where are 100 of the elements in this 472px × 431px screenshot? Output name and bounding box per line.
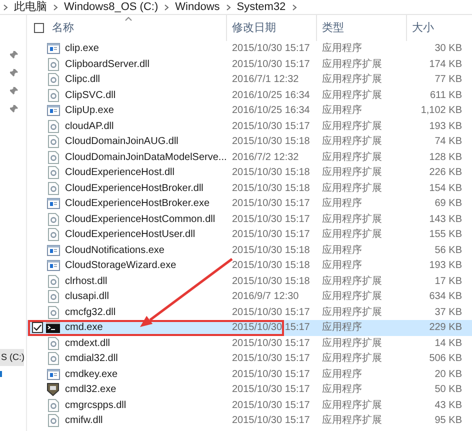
file-row[interactable]: clrhost.dll 2015/10/30 15:18 应用程序扩展 17 KB	[27, 274, 472, 289]
type-cell-text: 应用程序扩展	[321, 88, 383, 103]
file-row[interactable]: CloudDomainJoinDataModelServe... 2016/7/2 12:32 应用程序扩展 128 KB	[27, 150, 472, 165]
size-cell-text: 634 KB	[428, 290, 462, 304]
type-cell-text: 应用程序扩展	[321, 166, 383, 180]
file-row[interactable]: CloudNotifications.exe 2015/10/30 15:18 应用程序 56 KB	[27, 242, 472, 258]
gear-document-icon	[48, 274, 58, 288]
date-cell-text: 2015/10/30 15:17	[231, 336, 311, 351]
file-row[interactable]: CloudExperienceHostBroker.dll 2015/10/30 15:18 应用程序扩展 154 KB	[27, 180, 472, 196]
file-row[interactable]: cmdl32.exe 2015/10/30 15:17 应用程序 50 KB	[27, 382, 472, 398]
breadcrumb-item[interactable]: Windows8_OS (C:)	[64, 0, 158, 16]
file-row[interactable]: cmcfg32.dll 2015/10/30 15:17 应用程序扩展 37 KB	[27, 304, 472, 320]
type-cell-text: 应用程序扩展	[321, 306, 383, 320]
file-row[interactable]: cmdial32.dll 2015/10/30 15:17 应用程序扩展 506 KB	[27, 351, 472, 366]
file-row[interactable]: ClipUp.exe 2016/10/25 16:34 应用程序 1,102 KB	[27, 103, 472, 118]
type-cell-text: 应用程序扩展	[321, 134, 383, 150]
date-cell-text: 2015/10/30 15:17	[231, 120, 311, 134]
checkbox-checked-icon[interactable]	[32, 322, 43, 334]
file-name: CloudStorageWizard.exe	[65, 259, 176, 274]
application-icon	[46, 198, 60, 210]
file-name: cmdial32.dll	[65, 352, 118, 366]
type-cell-text: 应用程序扩展	[321, 72, 383, 88]
size-cell-text: 154 KB	[428, 182, 462, 196]
type-cell-text: 应用程序	[321, 368, 363, 382]
file-row[interactable]: ClipboardServer.dll 2015/10/30 15:17 应用程序扩展 174 KB	[27, 56, 472, 72]
type-cell-text: 应用程序扩展	[321, 414, 383, 428]
type-cell-text: 应用程序	[321, 104, 363, 118]
file-row[interactable]: cmdext.dll 2015/10/30 15:17 应用程序扩展 14 KB	[27, 336, 472, 351]
size-cell-text: 56 KB	[434, 244, 462, 258]
date-cell-text: 2015/10/30 15:17	[231, 321, 311, 336]
size-cell-text: 193 KB	[428, 120, 462, 134]
file-name: cloudAP.dll	[65, 120, 114, 134]
pin-icon[interactable]	[10, 87, 18, 95]
application-icon	[46, 244, 60, 256]
file-name: CloudExperienceHost.dll	[65, 166, 175, 180]
size-cell-text: 506 KB	[428, 352, 462, 366]
column-header[interactable]: 大小	[412, 20, 434, 36]
type-cell-text: 应用程序扩展	[321, 398, 383, 413]
date-cell-text: 2016/7/2 12:32	[231, 150, 300, 165]
file-row[interactable]: cloudAP.dll 2015/10/30 15:17 应用程序扩展 193 KB	[27, 118, 472, 134]
size-cell-text: 17 KB	[434, 274, 462, 289]
file-row[interactable]: CloudStorageWizard.exe 2015/10/30 15:18 应用程序 193 KB	[27, 258, 472, 274]
file-row[interactable]: ClipSVC.dll 2016/10/25 16:34 应用程序扩展 611 KB	[27, 88, 472, 103]
date-cell-text: 2015/10/30 15:17	[231, 368, 311, 382]
type-cell-text: 应用程序扩展	[321, 120, 383, 134]
pin-icon[interactable]	[10, 69, 18, 77]
gear-document-icon	[48, 414, 58, 428]
column-header[interactable]: 修改日期	[232, 20, 276, 36]
gear-document-icon	[48, 352, 58, 366]
breadcrumb-item[interactable]: Windows	[175, 0, 220, 16]
date-cell-text: 2015/10/30 15:17	[231, 212, 311, 227]
size-cell-text: 77 KB	[434, 73, 462, 88]
column-header[interactable]: 类型	[322, 20, 344, 36]
pin-icon[interactable]	[10, 105, 18, 113]
file-name: clrhost.dll	[65, 274, 108, 289]
file-row[interactable]: Clipc.dll 2016/7/1 12:32 应用程序扩展 77 KB	[27, 72, 472, 88]
size-cell-text: 20 KB	[434, 368, 462, 382]
file-name: CloudDomainJoinDataModelServe...	[65, 150, 227, 165]
breadcrumb-item[interactable]: 此电脑	[14, 0, 47, 16]
type-cell-text: 应用程序扩展	[321, 150, 383, 165]
size-cell-text: 1,102 KB	[420, 104, 462, 118]
type-cell-text: 应用程序扩展	[321, 228, 383, 242]
file-name: CloudNotifications.exe	[65, 244, 164, 258]
chevron-icon	[292, 4, 297, 10]
file-name: CloudExperienceHostCommon.dll	[65, 212, 216, 227]
select-all-checkbox[interactable]	[34, 23, 44, 33]
file-name: cmd.exe	[65, 321, 103, 336]
file-row[interactable]: CloudExperienceHostCommon.dll 2015/10/30 15:17 应用程序扩展 143 KB	[27, 212, 472, 227]
drive-item[interactable]: S (C:)	[0, 349, 24, 366]
file-row[interactable]: cmdkey.exe 2015/10/30 15:17 应用程序 20 KB	[27, 366, 472, 382]
pin-icon[interactable]	[10, 51, 18, 59]
file-row[interactable]: clusapi.dll 2016/9/7 12:30 应用程序扩展 634 KB	[27, 289, 472, 304]
application-icon	[46, 260, 60, 272]
gear-document-icon	[48, 398, 58, 412]
gear-document-icon	[48, 336, 58, 350]
date-cell-text: 2015/10/30 15:18	[231, 244, 311, 258]
type-cell-text: 应用程序扩展	[321, 274, 383, 289]
file-row[interactable]: CloudDomainJoinAUG.dll 2015/10/30 15:18 应用程序扩展 74 KB	[27, 134, 472, 150]
date-cell-text: 2015/10/30 15:17	[231, 197, 311, 212]
date-cell-text: 2015/10/30 15:17	[231, 414, 311, 428]
date-cell-text: 2015/10/30 15:17	[231, 58, 311, 72]
file-row[interactable]: cmifw.dll 2015/10/30 15:17 应用程序扩展 95 KB	[27, 413, 472, 428]
column-header[interactable]: 名称	[52, 20, 74, 36]
file-row[interactable]: CloudExperienceHostBroker.exe 2015/10/30 15:17 应用程序 69 KB	[27, 196, 472, 212]
type-cell-text: 应用程序	[321, 382, 363, 398]
size-cell-text: 193 KB	[428, 259, 462, 274]
file-row[interactable]: CloudExperienceHost.dll 2015/10/30 15:18 应用程序扩展 226 KB	[27, 165, 472, 180]
date-cell-text: 2015/10/30 15:17	[231, 383, 311, 398]
size-cell-text: 50 KB	[434, 383, 462, 398]
date-cell-text: 2015/10/30 15:17	[231, 352, 311, 366]
breadcrumb-item[interactable]: System32	[236, 0, 286, 16]
gear-document-icon	[48, 58, 58, 71]
size-cell-text: 69 KB	[434, 197, 462, 212]
file-row[interactable]: clip.exe 2015/10/30 15:17 应用程序 30 KB	[27, 41, 472, 56]
console-icon	[46, 322, 60, 334]
file-row[interactable]: cmgrcspps.dll 2015/10/30 15:17 应用程序扩展 43 KB	[27, 398, 472, 413]
date-cell-text: 2015/10/30 15:17	[231, 306, 311, 320]
size-cell-text: 229 KB	[428, 321, 462, 336]
file-row[interactable]: CloudExperienceHostUser.dll 2015/10/30 15:17 应用程序扩展 155 KB	[27, 227, 472, 242]
date-cell-text: 2015/10/30 15:17	[231, 398, 311, 413]
